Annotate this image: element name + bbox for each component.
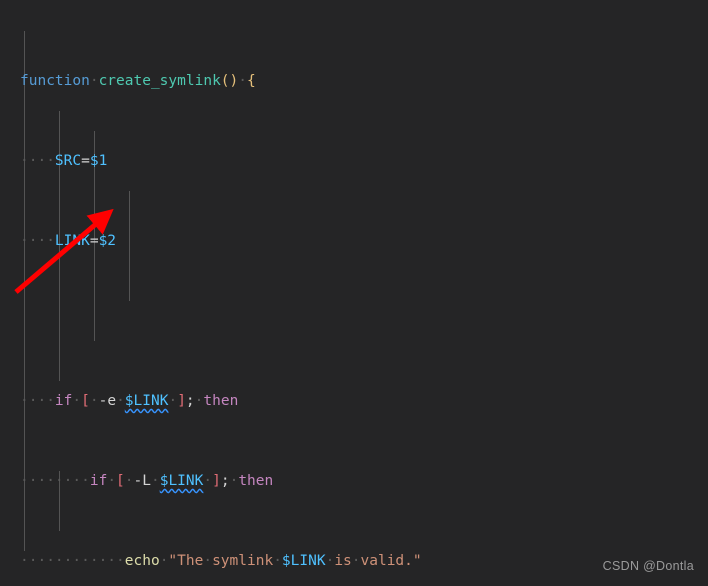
code-line: ····if·[·-e·$LINK·];·then — [20, 393, 239, 409]
code-line: ····SRC=$1 — [20, 153, 108, 169]
watermark-text: CSDN @Dontla — [602, 559, 694, 573]
code-line: ····LINK=$2 — [20, 233, 117, 249]
code-line: ········if·[·-L·$LINK·];·then — [20, 473, 274, 489]
code-line: function·create_symlink()·{ — [20, 73, 256, 89]
source-code[interactable]: function·create_symlink()·{ ····SRC=$1 ·… — [20, 11, 649, 586]
code-line: ············echo·"The·symlink·$LINK·is·v… — [20, 553, 422, 569]
code-editor-screenshot: function·create_symlink()·{ ····SRC=$1 ·… — [0, 0, 708, 586]
